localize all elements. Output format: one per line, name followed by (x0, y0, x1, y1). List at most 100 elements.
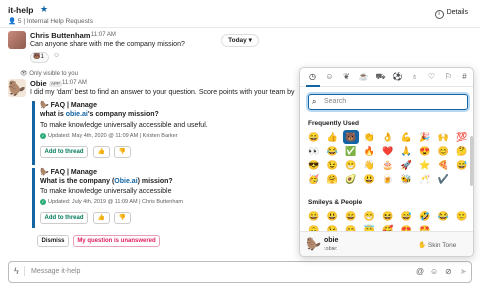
channel-name[interactable]: it-help (8, 5, 34, 15)
frequent-emoji-grid: 😀 👍 🐻 👏 👌 💪 🎉 🙌 💯 👀 😂 ✅ 🔥 ❤️ 🙏 😍 😊 🤔 😎 😉 😁 👋 🎂 🚀 ⭐ 🍕 😅 🥳 🤗 🥑 😃 🍺 🐝 🥂 ✔️ (306, 130, 470, 200)
emoji-cell[interactable]: ⭐ (417, 158, 433, 172)
emoji-cell[interactable]: 💪 (399, 130, 415, 144)
emoji-cell[interactable]: 😉 (325, 158, 341, 172)
day-divider-button[interactable]: Today ▾ (221, 34, 259, 47)
emoji-cell[interactable]: 👏 (362, 130, 378, 144)
emoji-cell[interactable]: 🤗 (325, 172, 341, 186)
thumbs-up-button[interactable]: 👍 (93, 212, 110, 224)
add-reaction-icon[interactable]: ☺ (53, 52, 64, 63)
emoji-cell[interactable]: 🍕 (436, 158, 452, 172)
emoji-icon[interactable]: ☺ (430, 267, 438, 276)
message-time[interactable]: 11:07 AM (62, 80, 87, 86)
emoji-cell[interactable]: 🤣 (417, 209, 433, 223)
emoji-cell[interactable]: 🚀 (399, 158, 415, 172)
thumbs-up-button[interactable]: 👍 (93, 146, 110, 158)
info-icon: i (434, 10, 444, 19)
emoji-cell[interactable]: 🔥 (362, 144, 378, 158)
skin-tone-button[interactable]: ✋ Skin Tone (418, 241, 456, 249)
emoji-cell[interactable]: 😍 (417, 144, 433, 158)
emoji-cell[interactable]: 🙂 (454, 209, 470, 223)
avatar[interactable] (8, 31, 26, 49)
message-composer[interactable]: ϟ Message it-help @ ☺ ⊘ ➤ (8, 261, 472, 283)
skin-tone-emoji: ✋ (418, 242, 427, 249)
faq-question: What is the company (Obie.ai) mission? (40, 178, 173, 185)
slack-icon[interactable]: # (459, 72, 470, 81)
send-icon[interactable]: ➤ (460, 267, 467, 276)
section-frequently-used: Frequently Used (308, 120, 359, 127)
emoji-cell[interactable]: 👋 (362, 158, 378, 172)
emoji-cell[interactable]: 🙌 (436, 130, 452, 144)
emoji-cell[interactable]: 👍 (325, 130, 341, 144)
smiley-icon[interactable]: ☺ (324, 72, 335, 81)
thumbs-down-button[interactable]: 👎 (114, 146, 131, 158)
emoji-cell[interactable]: 🐻 (343, 130, 359, 144)
dismiss-button[interactable]: Dismiss (37, 235, 69, 247)
emoji-cell[interactable]: 😆 (380, 209, 396, 223)
emoji-cell[interactable]: 🎉 (417, 130, 433, 144)
emoji-cell[interactable]: 🍺 (380, 172, 396, 186)
emoji-cell[interactable]: 😁 (362, 209, 378, 223)
add-to-thread-button[interactable]: Add to thread (40, 212, 88, 224)
emoji-cell[interactable]: 😂 (325, 144, 341, 158)
preview-name: obie (324, 237, 339, 244)
section-smileys: Smileys & People (308, 199, 363, 206)
emoji-cell[interactable]: 😂 (436, 209, 452, 223)
faq-card: 🦫 FAQ | Manage what is obie.ai's company… (32, 101, 292, 165)
emoji-cell[interactable]: 😅 (454, 158, 470, 172)
travel-icon[interactable]: ⛟ (375, 72, 386, 82)
emoji-cell[interactable]: ❤️ (380, 144, 396, 158)
member-count[interactable]: 5 (18, 18, 22, 25)
shortcuts-icon[interactable]: ϟ (14, 266, 25, 276)
emoji-cell[interactable]: 😀 (306, 130, 322, 144)
emoji-cell[interactable]: 🥂 (417, 172, 433, 186)
flags-icon[interactable]: ⚐ (443, 72, 454, 81)
thumbs-down-button[interactable]: 👎 (114, 212, 131, 224)
emoji-cell[interactable]: ✔️ (436, 172, 452, 186)
unanswered-button[interactable]: My question is unanswered (73, 235, 160, 247)
question-link[interactable]: Obie.ai (114, 178, 137, 185)
food-icon[interactable]: ☕ (358, 72, 369, 81)
emoji-cell[interactable]: 😁 (343, 158, 359, 172)
attach-icon[interactable]: ⊘ (445, 267, 452, 276)
emoji-cell[interactable]: ✅ (343, 144, 359, 158)
emoji-cell[interactable]: 🤔 (454, 144, 470, 158)
emoji-cell[interactable]: 😀 (306, 209, 322, 223)
objects-icon[interactable]: ♁ (409, 72, 420, 81)
emoji-cell[interactable]: 😃 (362, 172, 378, 186)
emoji-cell[interactable]: 🥳 (306, 172, 322, 186)
emoji-cell[interactable]: 🙏 (399, 144, 415, 158)
clock-icon[interactable]: ◷ (307, 72, 318, 81)
star-icon[interactable]: ★ (40, 4, 48, 15)
question-link[interactable]: obie.ai (66, 111, 88, 118)
emoji-cell[interactable]: 😄 (343, 209, 359, 223)
emoji-cell[interactable]: 👌 (380, 130, 396, 144)
emoji-cell[interactable]: 😊 (436, 144, 452, 158)
picker-scrollbar[interactable] (470, 136, 473, 186)
avatar[interactable]: 🦫 (8, 79, 26, 97)
channel-topic[interactable]: Internal Help Requests (27, 18, 93, 25)
emoji-cell[interactable]: 🥑 (343, 172, 359, 186)
at-icon[interactable]: @ (416, 267, 424, 276)
add-to-thread-button[interactable]: Add to thread (40, 146, 88, 158)
faq-updated: ✓ Updated: July 4th, 2019 @ 11:09 AM | Ch… (40, 199, 184, 205)
emoji-cell[interactable]: 🐝 (399, 172, 415, 186)
emoji-cell[interactable]: 🎂 (380, 158, 396, 172)
emoji-search-input[interactable]: ⌕ Search (308, 94, 468, 110)
day-label: Today (228, 37, 247, 44)
emoji-cell[interactable]: 😃 (325, 209, 341, 223)
channel-header: it-help ★ 👤 5 | Internal Help Requests i… (0, 0, 480, 28)
beaver-icon: 🦫 (306, 237, 321, 251)
message-text: Can anyone share with me the company mis… (30, 41, 185, 48)
nature-icon[interactable]: ❦ (341, 72, 352, 81)
emoji-cell[interactable]: 👀 (306, 144, 322, 158)
activity-icon[interactable]: ⚽ (392, 72, 403, 81)
message-author[interactable]: Chris Buttenham (30, 31, 90, 40)
emoji-cell[interactable]: 😎 (306, 158, 322, 172)
message-time[interactable]: 11:07 AM (91, 32, 116, 38)
details-button[interactable]: i Details (434, 9, 468, 19)
emoji-cell[interactable]: 😅 (399, 209, 415, 223)
message-author[interactable]: Obie (30, 79, 47, 88)
emoji-cell[interactable]: 💯 (454, 130, 470, 144)
reaction-pill[interactable]: 🐻1 (30, 52, 49, 63)
symbols-icon[interactable]: ♡ (426, 72, 437, 81)
